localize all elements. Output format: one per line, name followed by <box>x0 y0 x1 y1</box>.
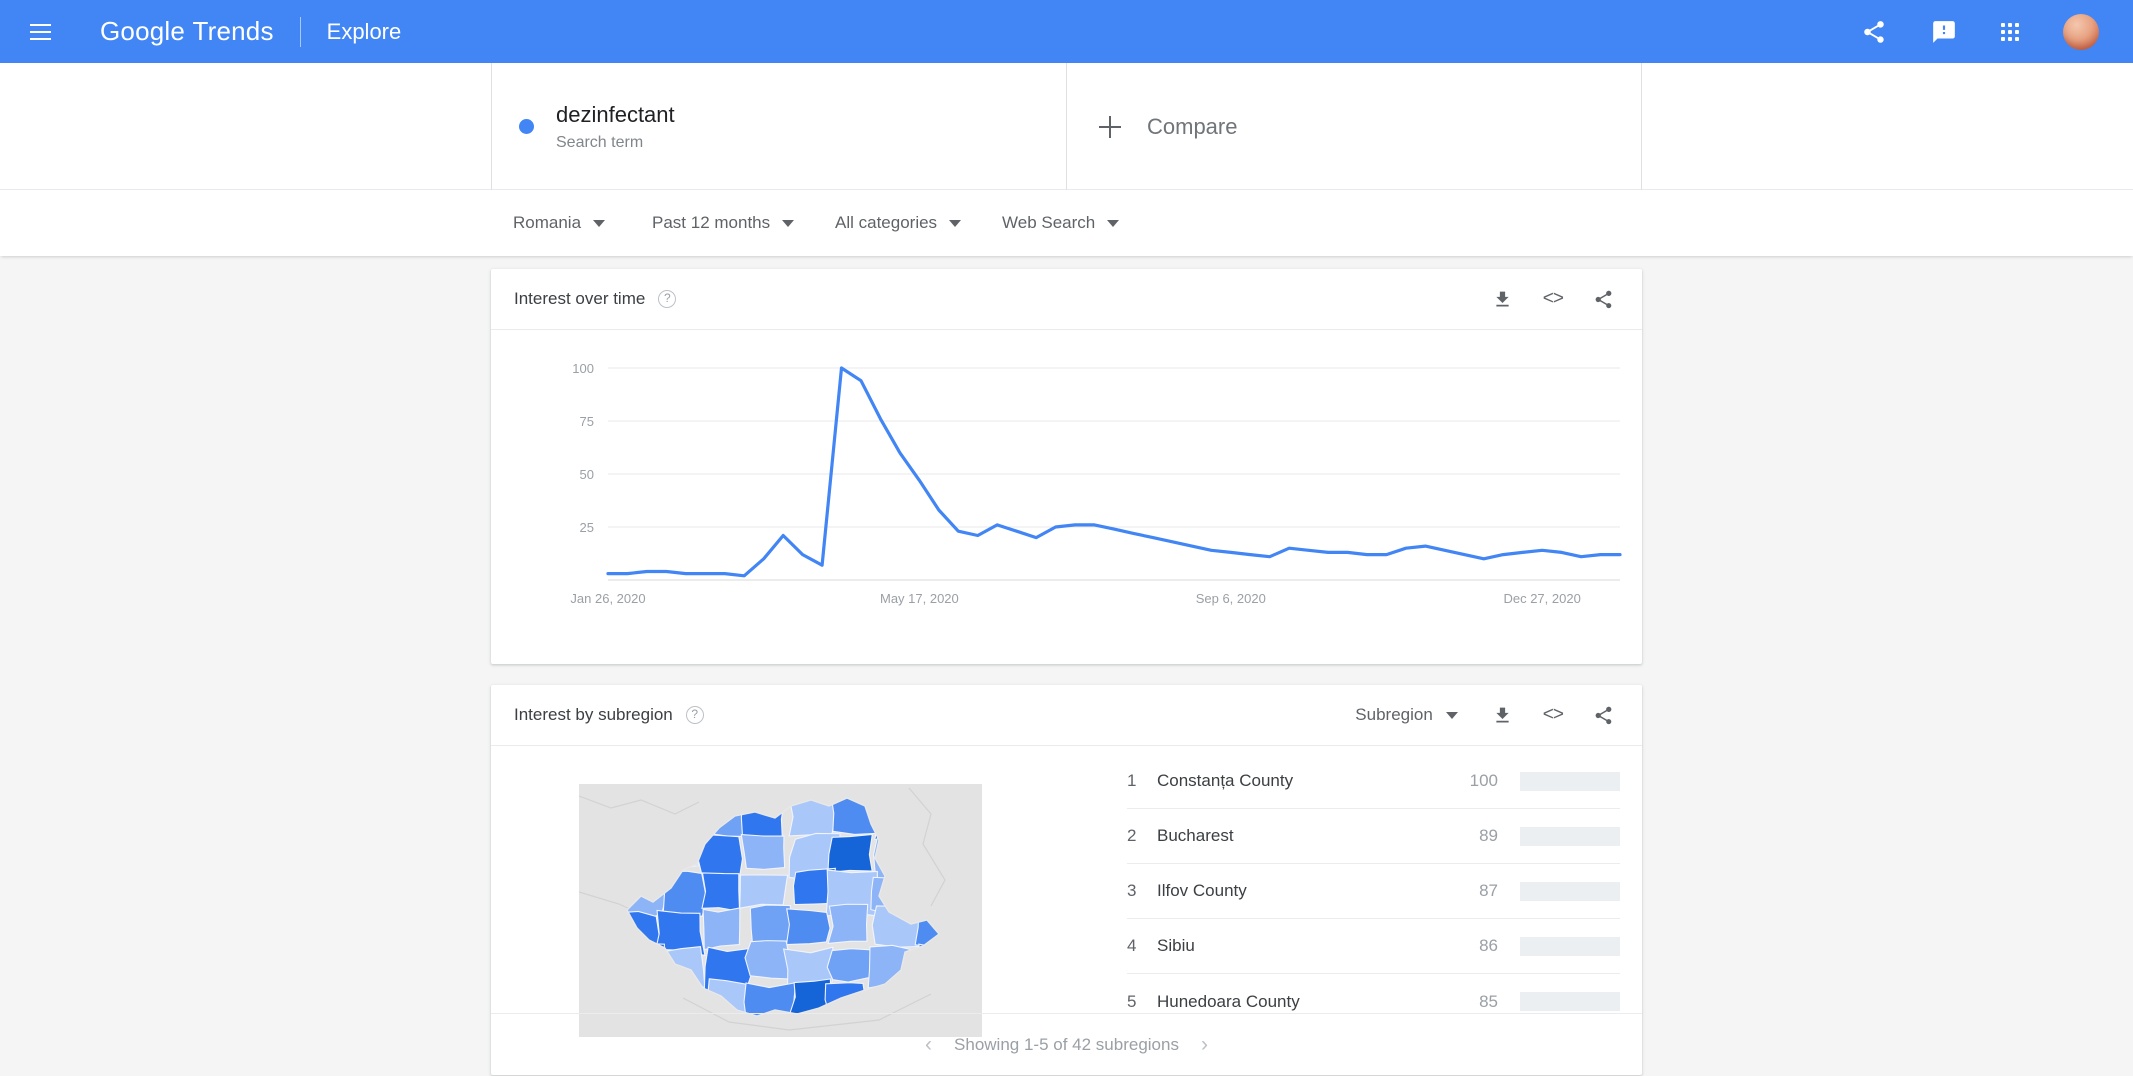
search-term-text: dezinfectant <box>556 102 675 127</box>
subregion-row[interactable]: 4 Sibiu 86 <box>1127 919 1620 974</box>
svg-text:75: 75 <box>580 414 594 429</box>
subregion-value: 85 <box>1479 991 1498 1011</box>
interest-by-subregion-actions: Subregion <> <box>1355 704 1614 726</box>
svg-text:100: 100 <box>572 361 594 376</box>
download-icon[interactable] <box>1492 289 1513 310</box>
subregion-bar <box>1520 992 1620 1011</box>
interest-over-time-card: Interest over time ? <> 25 50 75 100 Jan 26,… <box>491 269 1642 664</box>
subregion-row[interactable]: 2 Bucharest 89 <box>1127 809 1620 864</box>
help-icon[interactable]: ? <box>685 706 704 724</box>
download-icon[interactable] <box>1492 705 1513 726</box>
user-avatar[interactable] <box>2063 13 2099 50</box>
filter-location[interactable]: Romania <box>513 213 606 233</box>
subregion-name: Hunedoara County <box>1157 991 1300 1011</box>
filter-timerange-label: Past 12 months <box>652 213 771 232</box>
subregion-row[interactable]: 3 Ilfov County 87 <box>1127 864 1620 919</box>
subregion-rank: 1 <box>1127 771 1137 790</box>
interest-by-subregion-card: Interest by subregion ? Subregion <> 1 C… <box>491 685 1642 1075</box>
explore-link[interactable]: Explore <box>327 19 402 45</box>
interest-over-time-chart[interactable]: 25 50 75 100 Jan 26, 2020 May 17, 2020 Sep 6, … <box>491 330 1642 663</box>
subregion-name: Sibiu <box>1157 936 1195 955</box>
interest-over-time-title: Interest over time <box>514 289 646 308</box>
subregion-value: 86 <box>1479 936 1498 955</box>
romania-choropleth-map[interactable] <box>578 783 982 1037</box>
filter-bar: Romania Past 12 months All categories We… <box>0 190 2133 256</box>
hamburger-menu-icon[interactable] <box>22 14 58 50</box>
subregion-scope-label: Subregion <box>1355 705 1433 724</box>
share-icon[interactable] <box>1861 19 1887 45</box>
app-bar-actions <box>1861 13 2099 50</box>
subregion-name: Bucharest <box>1157 826 1234 845</box>
compare-label: Compare <box>1147 113 1238 139</box>
compare-button[interactable]: Compare <box>1067 63 1642 190</box>
brand-divider <box>299 16 301 47</box>
svg-text:50: 50 <box>580 467 594 482</box>
subregion-value: 87 <box>1479 881 1498 900</box>
filter-category[interactable]: All categories <box>835 213 962 233</box>
subregion-name: Ilfov County <box>1157 881 1247 900</box>
svg-text:Dec 27, 2020: Dec 27, 2020 <box>1503 591 1580 606</box>
brand-logo[interactable]: Google Trends <box>100 16 274 47</box>
filter-category-label: All categories <box>835 213 938 232</box>
brand-trends: Trends <box>192 16 274 46</box>
share-icon[interactable] <box>1593 289 1614 310</box>
svg-text:25: 25 <box>580 520 594 535</box>
interest-by-subregion-title: Interest by subregion <box>514 705 673 724</box>
search-term-card[interactable]: dezinfectant Search term <box>491 63 1067 190</box>
embed-code-icon[interactable]: <> <box>1543 704 1564 726</box>
interest-by-subregion-header: Interest by subregion ? Subregion <> <box>491 685 1642 746</box>
chevron-down-icon <box>949 219 962 227</box>
share-icon[interactable] <box>1593 705 1614 726</box>
filter-timerange[interactable]: Past 12 months <box>652 213 795 233</box>
subregion-rank: 2 <box>1127 826 1137 845</box>
subregion-bar <box>1520 881 1620 901</box>
subregion-pager: ‹ Showing 1-5 of 42 subregions › <box>491 1013 1642 1075</box>
subregion-bar <box>1520 771 1620 791</box>
interest-over-time-actions: <> <box>1492 288 1614 310</box>
filter-searchtype-label: Web Search <box>1002 213 1096 232</box>
svg-text:May 17, 2020: May 17, 2020 <box>880 591 959 606</box>
subregion-name: Constanța County <box>1157 771 1294 790</box>
search-term-type: Search term <box>556 134 644 151</box>
chevron-down-icon <box>593 219 606 227</box>
series-color-dot <box>519 119 534 134</box>
feedback-icon[interactable] <box>1931 19 1957 45</box>
svg-text:Jan 26, 2020: Jan 26, 2020 <box>570 591 645 606</box>
subregion-value: 89 <box>1479 826 1498 845</box>
subregion-rank: 5 <box>1127 991 1137 1011</box>
pager-next-button[interactable]: › <box>1201 1034 1208 1055</box>
svg-text:Sep 6, 2020: Sep 6, 2020 <box>1196 591 1266 606</box>
subregion-rank: 3 <box>1127 881 1137 900</box>
subregion-bar <box>1520 936 1620 956</box>
pager-prev-button[interactable]: ‹ <box>925 1034 932 1055</box>
chevron-down-icon <box>1107 219 1120 227</box>
query-row: dezinfectant Search term Compare <box>0 63 2133 190</box>
chevron-down-icon <box>1445 711 1458 719</box>
filter-location-label: Romania <box>513 213 582 232</box>
help-icon[interactable]: ? <box>658 290 677 308</box>
brand-google: Google <box>100 16 186 46</box>
embed-code-icon[interactable]: <> <box>1543 288 1564 310</box>
apps-grid-icon[interactable] <box>2001 22 2019 41</box>
subregion-row[interactable]: 1 Constanța County 100 <box>1127 754 1620 809</box>
subregion-value: 100 <box>1469 771 1498 790</box>
main-content: Interest over time ? <> 25 50 75 100 Jan 26,… <box>0 256 2133 1076</box>
chevron-down-icon <box>782 219 795 227</box>
app-bar: Google Trends Explore <box>0 0 2133 63</box>
subregion-bar <box>1520 826 1620 846</box>
interest-over-time-header: Interest over time ? <> <box>491 269 1642 330</box>
pager-status-text: Showing 1-5 of 42 subregions <box>954 1034 1179 1054</box>
subregion-scope-select[interactable]: Subregion <box>1355 705 1458 725</box>
plus-icon <box>1099 115 1121 138</box>
filter-searchtype[interactable]: Web Search <box>1002 213 1120 233</box>
subregion-rank: 4 <box>1127 936 1137 955</box>
